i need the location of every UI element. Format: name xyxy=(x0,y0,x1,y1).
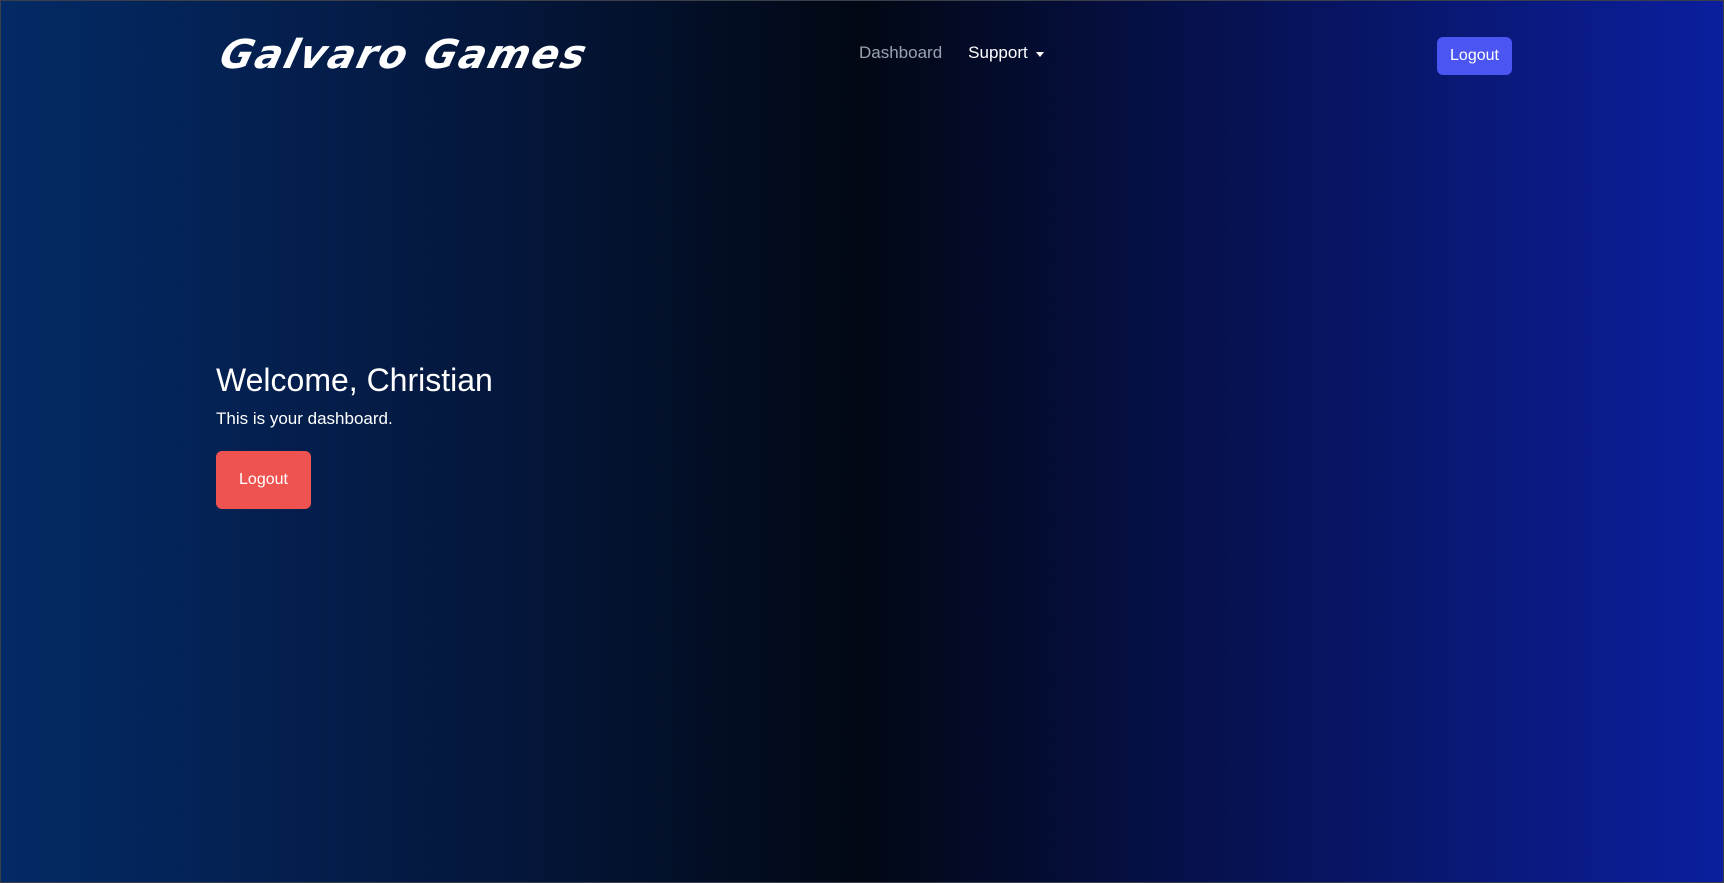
nav-logout-button[interactable]: Logout xyxy=(1437,37,1512,75)
nav-links: Dashboard Support xyxy=(859,43,1044,63)
nav-link-dashboard[interactable]: Dashboard xyxy=(859,43,942,63)
dashboard-hero: Welcome, Christian This is your dashboar… xyxy=(216,359,493,509)
welcome-heading: Welcome, Christian xyxy=(216,362,493,398)
nav-dropdown-support[interactable]: Support xyxy=(968,43,1044,63)
welcome-subtitle: This is your dashboard. xyxy=(216,409,393,428)
nav-dropdown-support-label: Support xyxy=(968,43,1028,62)
brand-logo[interactable]: Galvaro Games xyxy=(215,31,593,79)
top-navbar: Galvaro Games Dashboard Support Logout xyxy=(1,1,1724,109)
logout-button[interactable]: Logout xyxy=(216,451,311,509)
chevron-down-icon xyxy=(1035,51,1044,57)
